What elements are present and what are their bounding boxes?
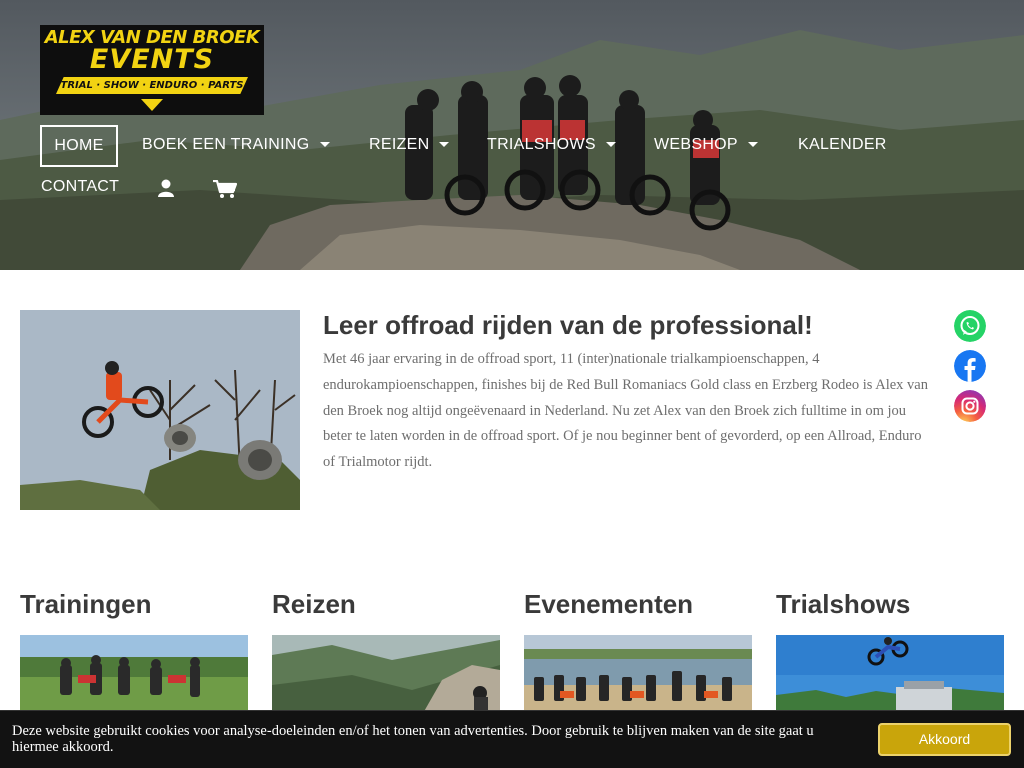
facebook-icon[interactable] (954, 350, 986, 382)
nav-home[interactable]: HOME (40, 125, 118, 167)
brand-logo[interactable]: ALEX VAN DEN BROEK EVENTS TRIAL · SHOW ·… (40, 25, 264, 115)
nav-contact[interactable]: CONTACT (41, 177, 119, 197)
section-title-trialshows[interactable]: Trialshows (776, 588, 910, 620)
chevron-down-icon (319, 142, 330, 148)
card-image-evenementen[interactable] (524, 635, 752, 715)
nav-boek-een-training[interactable]: BOEK EEN TRAINING (142, 135, 330, 155)
nav-trialshows-label: TRIALSHOWS (487, 136, 596, 153)
card-image-reizen[interactable] (272, 635, 500, 715)
trainingen-photo (20, 635, 248, 715)
cookie-accept-button[interactable]: Akkoord (878, 723, 1011, 756)
chevron-down-icon (605, 142, 616, 148)
nav-boek-label: BOEK EEN TRAINING (142, 136, 310, 153)
nav-trialshows[interactable]: TRIALSHOWS (487, 135, 616, 155)
card-image-trainingen[interactable] (20, 635, 248, 715)
whatsapp-icon[interactable] (954, 310, 986, 342)
brand-logo-triangle (141, 99, 163, 111)
nav-webshop[interactable]: WEBSHOP (654, 135, 758, 155)
chevron-down-icon (747, 142, 758, 148)
nav-kalender[interactable]: KALENDER (798, 135, 887, 155)
cookie-banner-text: Deze website gebruikt cookies voor analy… (12, 723, 814, 755)
reizen-photo (272, 635, 500, 715)
user-icon[interactable] (158, 179, 174, 197)
trial-jump-image (20, 310, 300, 510)
brand-logo-line2: EVENTS (89, 44, 215, 75)
trialshows-photo (776, 635, 1004, 715)
intro-photo-trial-jump (20, 310, 300, 510)
brand-logo-tagline: TRIAL · SHOW · ENDURO · PARTS (56, 77, 248, 94)
section-title-evenementen[interactable]: Evenementen (524, 588, 693, 620)
cart-icon[interactable] (213, 180, 237, 199)
nav-reizen[interactable]: REIZEN (369, 135, 450, 155)
nav-webshop-label: WEBSHOP (654, 136, 738, 153)
intro-headline: Leer offroad rijden van de professional! (323, 310, 813, 340)
intro-body: Met 46 jaar ervaring in de offroad sport… (323, 351, 928, 471)
instagram-icon[interactable] (954, 390, 986, 422)
nav-reizen-label: REIZEN (369, 136, 430, 153)
section-title-trainingen[interactable]: Trainingen (20, 588, 151, 620)
cookie-banner: Deze website gebruikt cookies voor analy… (0, 710, 1024, 768)
evenementen-photo (524, 635, 752, 715)
card-image-trialshows[interactable] (776, 635, 1004, 715)
section-title-reizen[interactable]: Reizen (272, 588, 356, 620)
chevron-down-icon (439, 142, 450, 148)
hero-banner: ALEX VAN DEN BROEK EVENTS TRIAL · SHOW ·… (0, 0, 1024, 270)
